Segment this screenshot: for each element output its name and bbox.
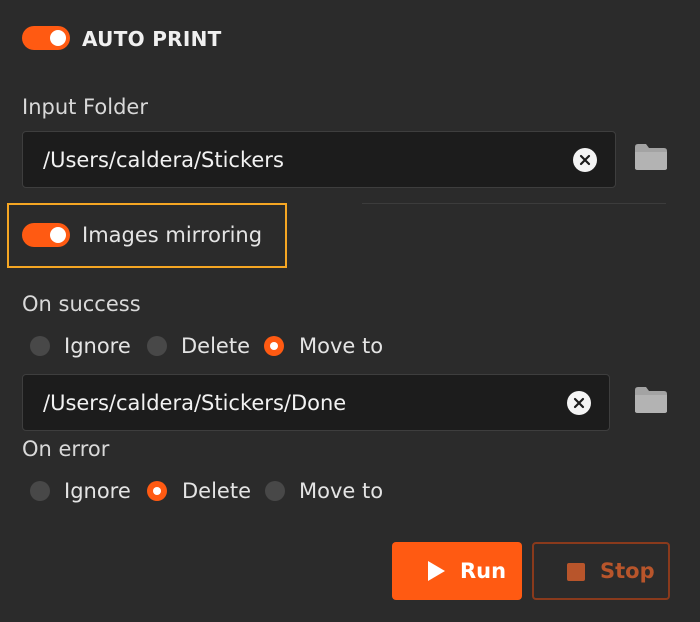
stop-button-label: Stop (600, 559, 655, 583)
on-error-ignore-radio[interactable] (30, 481, 50, 501)
run-button-label: Run (460, 559, 507, 583)
stop-icon (566, 562, 586, 587)
auto-print-toggle[interactable] (22, 26, 70, 50)
input-folder-label: Input Folder (22, 95, 148, 119)
run-button[interactable]: Run (392, 542, 522, 600)
on-success-ignore-label[interactable]: Ignore (64, 333, 131, 359)
on-success-move-to-radio[interactable] (264, 336, 284, 356)
stop-button[interactable]: Stop (532, 542, 670, 600)
on-error-move-to-label[interactable]: Move to (299, 478, 383, 504)
divider (362, 203, 666, 204)
on-error-delete-label[interactable]: Delete (182, 478, 251, 504)
clear-icon[interactable] (567, 391, 591, 415)
on-success-ignore-radio[interactable] (30, 336, 50, 356)
images-mirroring-label: Images mirroring (82, 223, 263, 247)
auto-print-label: AUTO PRINT (82, 27, 222, 51)
on-error-move-to-radio[interactable] (265, 481, 285, 501)
move-to-path-field[interactable] (22, 374, 610, 431)
on-success-label: On success (22, 292, 141, 316)
images-mirroring-toggle[interactable] (22, 223, 70, 247)
play-icon (426, 560, 446, 587)
on-success-delete-radio[interactable] (147, 336, 167, 356)
input-folder-input[interactable] (23, 132, 615, 187)
on-success-move-to-label[interactable]: Move to (299, 333, 383, 359)
clear-icon[interactable] (573, 148, 597, 172)
on-error-delete-radio[interactable] (147, 481, 167, 501)
folder-icon[interactable] (634, 386, 668, 414)
toggle-knob (50, 227, 66, 243)
move-to-path-input[interactable] (23, 375, 609, 430)
on-success-delete-label[interactable]: Delete (181, 333, 250, 359)
folder-icon[interactable] (634, 143, 668, 171)
input-folder-field[interactable] (22, 131, 616, 188)
toggle-knob (50, 30, 66, 46)
on-error-ignore-label[interactable]: Ignore (64, 478, 131, 504)
on-error-label: On error (22, 437, 110, 461)
